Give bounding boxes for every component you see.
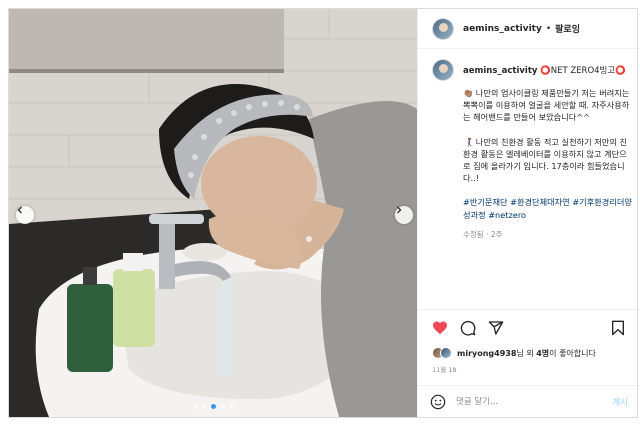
- emoji-icon[interactable]: [430, 394, 446, 410]
- photo-illustration: [9, 9, 417, 417]
- caption-title-suffix: ⭕NET ZERO4빙고⭕: [540, 66, 626, 76]
- heart-icon: [433, 321, 447, 335]
- liker-username[interactable]: miryong4938: [457, 349, 516, 358]
- post-header: aemins_activity • 팔로잉: [418, 9, 640, 49]
- caption-paragraph-2: 👩🏽‍🦯 나만의 친환경 활동 적고 실천하기 저만의 친환경 활동은 엘레베이…: [463, 136, 627, 184]
- instagram-post: aemins_activity • 팔로잉 aemins_activity ⭕N…: [8, 8, 640, 418]
- comment-input[interactable]: [456, 396, 596, 407]
- chevron-right-icon: [397, 206, 402, 214]
- carousel-dot: [201, 404, 207, 409]
- header-username[interactable]: aemins_activity: [463, 24, 542, 34]
- action-bar: [418, 309, 640, 345]
- likes-text: miryong4938님 외 4명이 좋아합니다: [457, 348, 596, 359]
- header-separator: •: [545, 23, 552, 34]
- caption-header: aemins_activity ⭕NET ZERO4빙고⭕: [432, 59, 632, 81]
- caption-username[interactable]: aemins_activity: [463, 66, 537, 76]
- like-button[interactable]: [430, 318, 450, 338]
- likes-suffix: 이 좋아합니다: [549, 348, 596, 358]
- comment-box: 게시: [418, 385, 640, 417]
- share-button[interactable]: [486, 318, 506, 338]
- caption-avatar[interactable]: [432, 59, 454, 81]
- carousel-prev-button[interactable]: [16, 206, 34, 224]
- carousel-next-button[interactable]: [395, 206, 413, 224]
- likes-count[interactable]: 4명: [536, 349, 549, 358]
- comment-icon: [460, 320, 476, 336]
- post-sidebar: aemins_activity • 팔로잉 aemins_activity ⭕N…: [417, 9, 640, 417]
- profile-avatar[interactable]: [432, 17, 454, 40]
- carousel-dot: [228, 404, 234, 409]
- comment-button[interactable]: [458, 318, 478, 338]
- liker-avatar: [440, 347, 452, 359]
- post-date: 11월 18: [432, 366, 457, 374]
- carousel-dot: [210, 404, 216, 409]
- caption-hashtags[interactable]: #반기문재단 #환경단체대자연 #기후환경리더양성과정 #netzero: [463, 196, 632, 220]
- share-icon: [488, 320, 504, 335]
- following-button[interactable]: 팔로잉: [555, 22, 580, 35]
- post-caption: aemins_activity ⭕NET ZERO4빙고⭕ 👏🏽 나만의 업사이…: [432, 59, 632, 304]
- caption-title: aemins_activity ⭕NET ZERO4빙고⭕: [463, 64, 626, 76]
- chevron-left-icon: [17, 206, 22, 214]
- caption-meta: 수정됨 · 2주: [463, 229, 503, 239]
- bookmark-icon: [612, 320, 624, 335]
- caption-body: 👏🏽 나만의 업사이클링 제품만들기 저는 버려지는 뽁뽁이를 이용하여 얼굴을…: [463, 87, 632, 241]
- post-comment-button[interactable]: 게시: [612, 396, 628, 408]
- save-button[interactable]: [608, 318, 628, 338]
- likes-summary[interactable]: miryong4938님 외 4명이 좋아합니다: [432, 347, 596, 359]
- carousel-dot: [192, 404, 198, 409]
- caption-paragraph-1: 👏🏽 나만의 업사이클링 제품만들기 저는 버려지는 뽁뽁이를 이용하여 얼굴을…: [463, 88, 630, 123]
- post-photo[interactable]: [9, 9, 417, 417]
- carousel-dot: [219, 404, 225, 409]
- likes-rest: 님 외: [516, 348, 537, 358]
- carousel-dots: [9, 404, 417, 409]
